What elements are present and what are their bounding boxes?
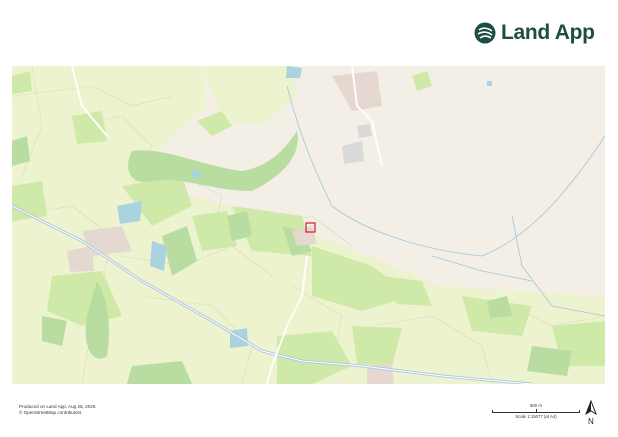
brand-name: Land App	[501, 21, 595, 44]
scale-ratio: Scale 1:15077 (at A4)	[515, 414, 557, 419]
map-view[interactable]	[12, 66, 605, 384]
osm-credit: © OpenStreetMap contributors	[19, 410, 82, 416]
scale-distance: 500 m	[530, 403, 542, 408]
scale-bar: 500 m Scale 1:15077 (at A4)	[492, 403, 580, 425]
north-indicator: N	[584, 399, 598, 426]
map-canvas[interactable]	[12, 66, 605, 384]
map-footer: Produced on Land App, Aug 25, 2026. © Op…	[19, 404, 97, 416]
scale-line	[492, 409, 580, 413]
north-label: N	[588, 417, 594, 426]
brand-logo: Land App	[474, 20, 595, 46]
north-arrow-icon	[585, 399, 597, 416]
leaf-globe-icon	[474, 22, 496, 44]
